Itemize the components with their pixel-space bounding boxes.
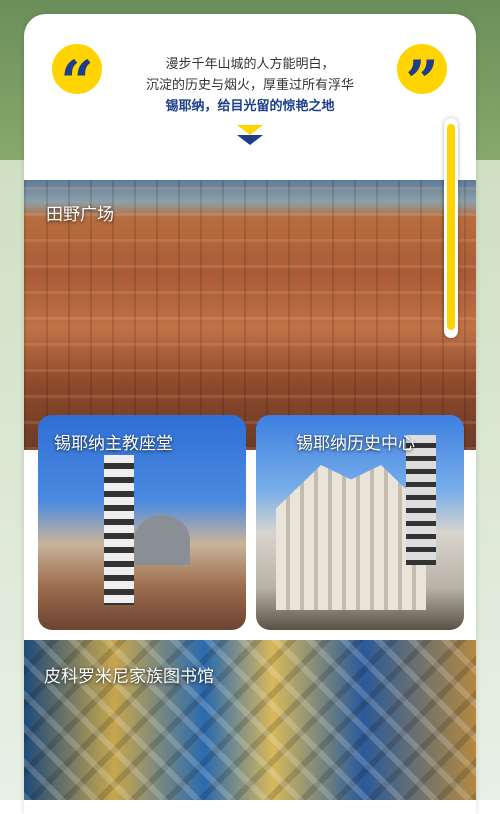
- photo-label-bottom: 皮科罗米尼家族图书馆: [44, 662, 214, 687]
- photo-siena-historic-centre: 锡耶纳历史中心: [256, 415, 464, 630]
- photo-label-main: 田野广场: [46, 200, 114, 225]
- photo-label-main-text: 田野广场: [46, 205, 114, 225]
- scrollbar-thumb[interactable]: [447, 124, 455, 330]
- open-quote-icon: “: [52, 44, 102, 116]
- photo-label-right-text: 锡耶纳历史中心: [296, 434, 415, 454]
- cathedral-dome: [134, 515, 190, 565]
- intro-text: 漫步千年山城的人方能明白， 沉淀的历史与烟火，厚重过所有浮华 锡耶纳，给目光留的…: [104, 54, 396, 117]
- intro-line-1: 漫步千年山城的人方能明白，: [165, 57, 335, 72]
- double-chevron-down-icon[interactable]: [235, 123, 265, 149]
- intro-line-2: 沉淀的历史与烟火，厚重过所有浮华: [145, 78, 354, 93]
- bell-tower: [104, 455, 134, 605]
- photo-label-left-text: 锡耶纳主教座堂: [54, 434, 173, 454]
- intro-highlight: 锡耶纳，给目光留的惊艳之地: [165, 99, 335, 114]
- cathedral-facade: [276, 465, 426, 610]
- photo-piccolomini-library: 皮科罗米尼家族图书馆: [24, 640, 476, 800]
- striped-tower: [406, 435, 436, 565]
- photo-label-right: 锡耶纳历史中心: [296, 429, 415, 454]
- photo-label-left: 锡耶纳主教座堂: [54, 429, 173, 454]
- photo-label-bottom-text: 皮科罗米尼家族图书馆: [44, 667, 214, 687]
- photo-piazza-del-campo: 田野广场: [24, 180, 476, 450]
- close-quote-icon: ”: [397, 44, 447, 116]
- photo-siena-cathedral: 锡耶纳主教座堂: [38, 415, 246, 630]
- scrollbar[interactable]: [444, 118, 458, 338]
